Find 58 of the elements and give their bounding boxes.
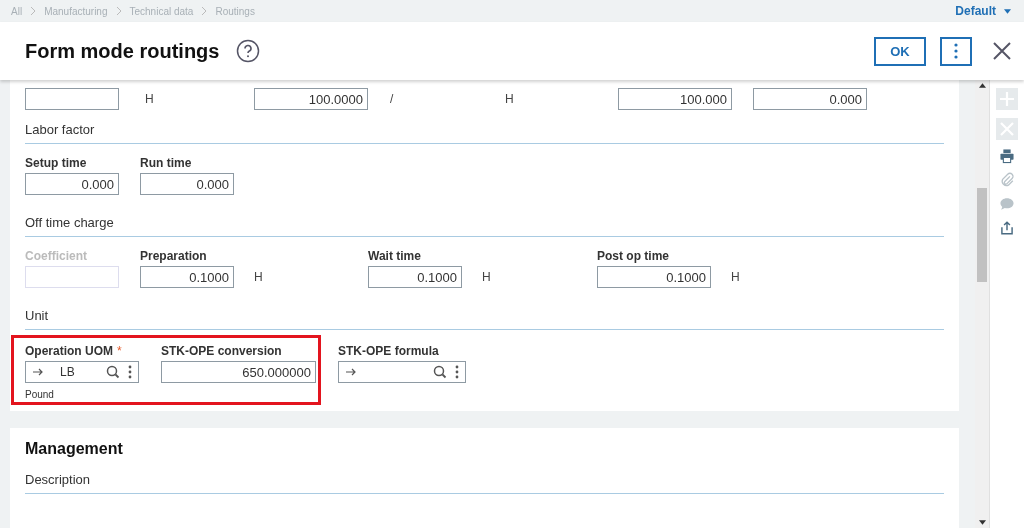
arrow-icon bbox=[32, 367, 44, 377]
close-icon[interactable] bbox=[992, 41, 1012, 61]
lookup-field[interactable] bbox=[338, 361, 466, 383]
chevron-icon bbox=[30, 6, 37, 16]
ok-button[interactable]: OK bbox=[874, 36, 926, 66]
input-field[interactable]: 0.1000 bbox=[597, 266, 711, 288]
input-field[interactable]: 0.000 bbox=[140, 173, 234, 195]
more-icon[interactable] bbox=[128, 365, 132, 379]
more-button[interactable] bbox=[940, 36, 972, 66]
profile-dropdown[interactable]: Default bbox=[955, 4, 1011, 18]
help-icon[interactable] bbox=[236, 39, 261, 63]
unit-label: H bbox=[731, 270, 740, 284]
printer-icon[interactable] bbox=[999, 148, 1015, 164]
input-field[interactable]: 650.000000 bbox=[161, 361, 316, 383]
more-icon bbox=[954, 43, 958, 59]
input-field[interactable] bbox=[25, 88, 119, 110]
unit-label: H bbox=[482, 270, 491, 284]
search-icon[interactable] bbox=[106, 365, 120, 379]
card-title: Management bbox=[25, 440, 124, 458]
field-value: LB bbox=[60, 365, 75, 379]
field-label: STK-OPE conversion bbox=[161, 344, 282, 359]
section-heading: Labor factor bbox=[25, 122, 945, 144]
unit-label: H bbox=[145, 92, 154, 106]
section-heading: Description bbox=[25, 472, 945, 494]
unit-label: H bbox=[505, 92, 514, 106]
field-label: Post op time bbox=[597, 249, 670, 264]
field-label: Coefficient bbox=[25, 249, 88, 264]
unit-label: H bbox=[254, 270, 263, 284]
scroll-down-icon[interactable] bbox=[978, 520, 986, 525]
scrollbar-thumb[interactable] bbox=[977, 188, 988, 282]
input-field[interactable]: 100.0000 bbox=[254, 88, 368, 110]
arrow-icon bbox=[345, 367, 357, 377]
search-icon[interactable] bbox=[433, 365, 447, 379]
caret-icon bbox=[1004, 8, 1011, 14]
section-heading: Unit bbox=[25, 308, 945, 330]
input-field[interactable]: 0.1000 bbox=[368, 266, 462, 288]
field-label: Wait time bbox=[368, 249, 422, 264]
unit-label: / bbox=[390, 92, 394, 106]
field-label: Operation UOM bbox=[25, 344, 113, 359]
chevron-icon bbox=[201, 6, 208, 16]
field-label: Run time bbox=[140, 156, 193, 171]
field-description: Pound bbox=[25, 389, 55, 400]
page-title: Form mode routings bbox=[25, 39, 220, 63]
input-field[interactable]: 0.1000 bbox=[140, 266, 234, 288]
input-field[interactable]: 0.000 bbox=[753, 88, 867, 110]
input-field[interactable]: 0.000 bbox=[25, 173, 119, 195]
field-label: Preparation bbox=[140, 249, 208, 264]
scroll-up-icon[interactable] bbox=[978, 83, 986, 88]
lookup-field[interactable]: LB bbox=[25, 361, 139, 383]
share-icon[interactable] bbox=[999, 220, 1015, 236]
chevron-icon bbox=[115, 6, 122, 16]
field-label: Setup time bbox=[25, 156, 88, 171]
required-marker: * bbox=[117, 344, 122, 359]
section-heading: Off time charge bbox=[25, 215, 945, 237]
input-field[interactable]: 100.000 bbox=[618, 88, 732, 110]
field-label: STK-OPE formula bbox=[338, 344, 439, 359]
scrollbar[interactable] bbox=[975, 80, 990, 528]
more-icon[interactable] bbox=[455, 365, 459, 379]
